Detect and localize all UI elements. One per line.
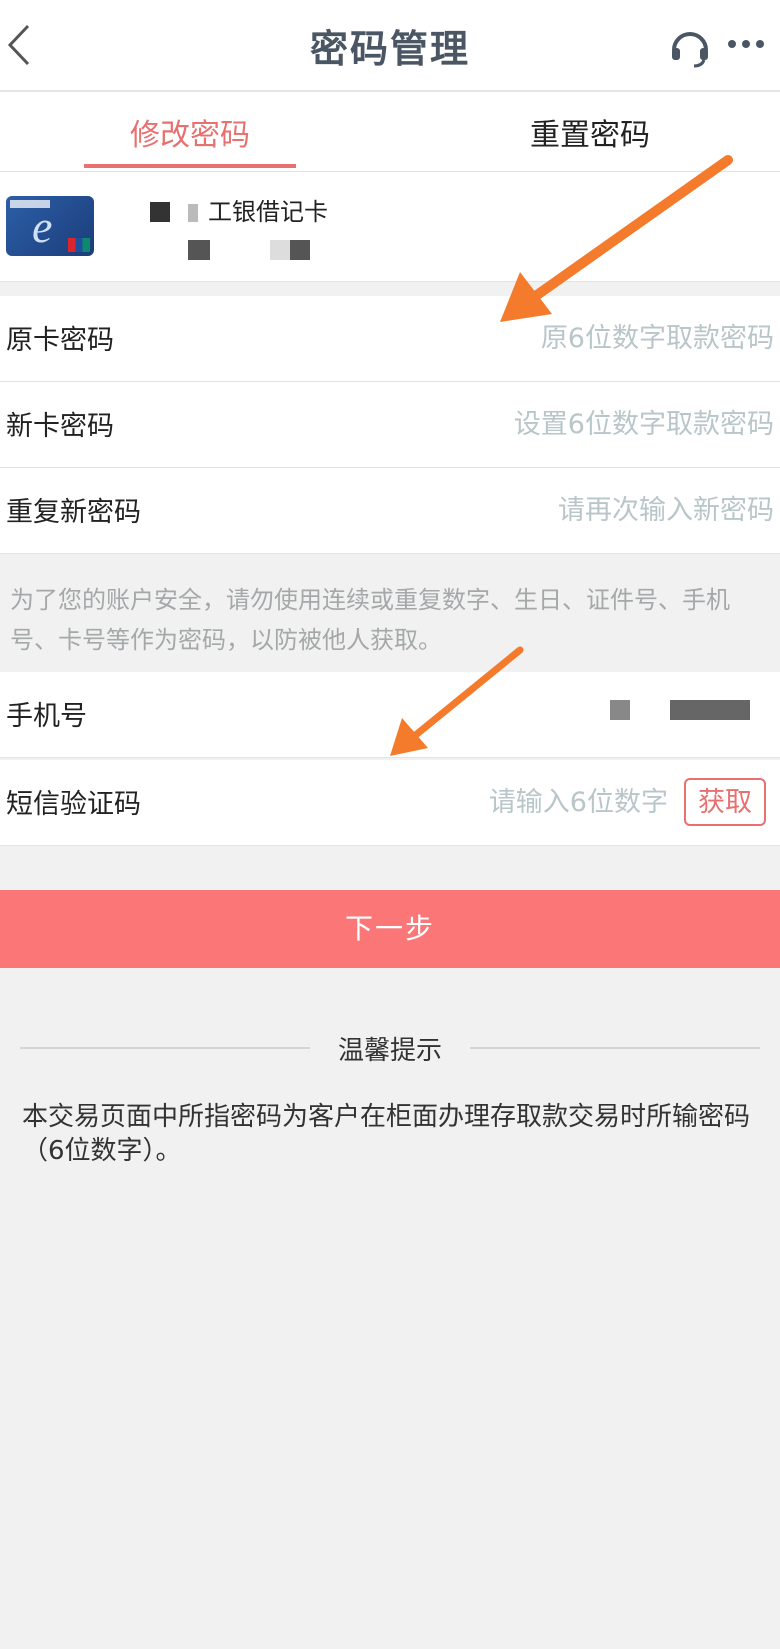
repeat-password-row: 重复新密码 (0, 468, 780, 554)
phone-row: 手机号 (0, 672, 780, 758)
card-selector[interactable]: e 工银借记卡 (0, 172, 780, 282)
masked-card-number (290, 240, 310, 260)
icbc-card-icon: e (6, 196, 94, 256)
new-password-label: 新卡密码 (6, 411, 114, 442)
original-password-input[interactable] (352, 314, 776, 362)
card-name: 工银借记卡 (208, 198, 328, 226)
repeat-password-label: 重复新密码 (6, 497, 141, 528)
masked-card-number (270, 240, 290, 260)
headset-icon[interactable] (668, 24, 712, 68)
sms-row: 短信验证码 (0, 760, 780, 846)
original-password-label: 原卡密码 (6, 325, 114, 356)
masked-phone-number (670, 700, 750, 720)
sms-code-input[interactable] (366, 778, 670, 826)
page-title: 密码管理 (309, 27, 470, 71)
tab-bar: 修改密码 重置密码 (0, 92, 780, 172)
more-dots-icon[interactable] (726, 30, 766, 60)
divider (470, 1047, 760, 1049)
phone-label: 手机号 (6, 701, 87, 732)
tips-body: 本交易页面中所指密码为客户在柜面办理存取款交易时所输密码（6位数字）。 (22, 1102, 751, 1166)
next-step-button[interactable]: 下一步 (0, 890, 780, 968)
app-header: 密码管理 (0, 0, 780, 92)
active-tab-indicator (84, 164, 296, 168)
new-password-input[interactable] (352, 400, 776, 448)
repeat-password-input[interactable] (352, 486, 776, 534)
sms-label: 短信验证码 (6, 789, 141, 820)
masked-card-number (188, 240, 210, 260)
security-tip: 为了您的账户安全，请勿使用连续或重复数字、生日、证件号、手机号、卡号等作为密码，… (10, 586, 730, 654)
masked-phone-number (610, 700, 630, 720)
masked-info (188, 204, 198, 222)
get-code-button[interactable]: 获取 (684, 778, 766, 826)
new-password-row: 新卡密码 (0, 382, 780, 468)
divider (20, 1047, 310, 1049)
tab-change-password[interactable]: 修改密码 (40, 110, 340, 154)
masked-info (150, 202, 170, 222)
original-password-row: 原卡密码 (0, 296, 780, 382)
tab-reset-password[interactable]: 重置密码 (440, 110, 740, 154)
tips-title: 温馨提示 (337, 1036, 442, 1066)
